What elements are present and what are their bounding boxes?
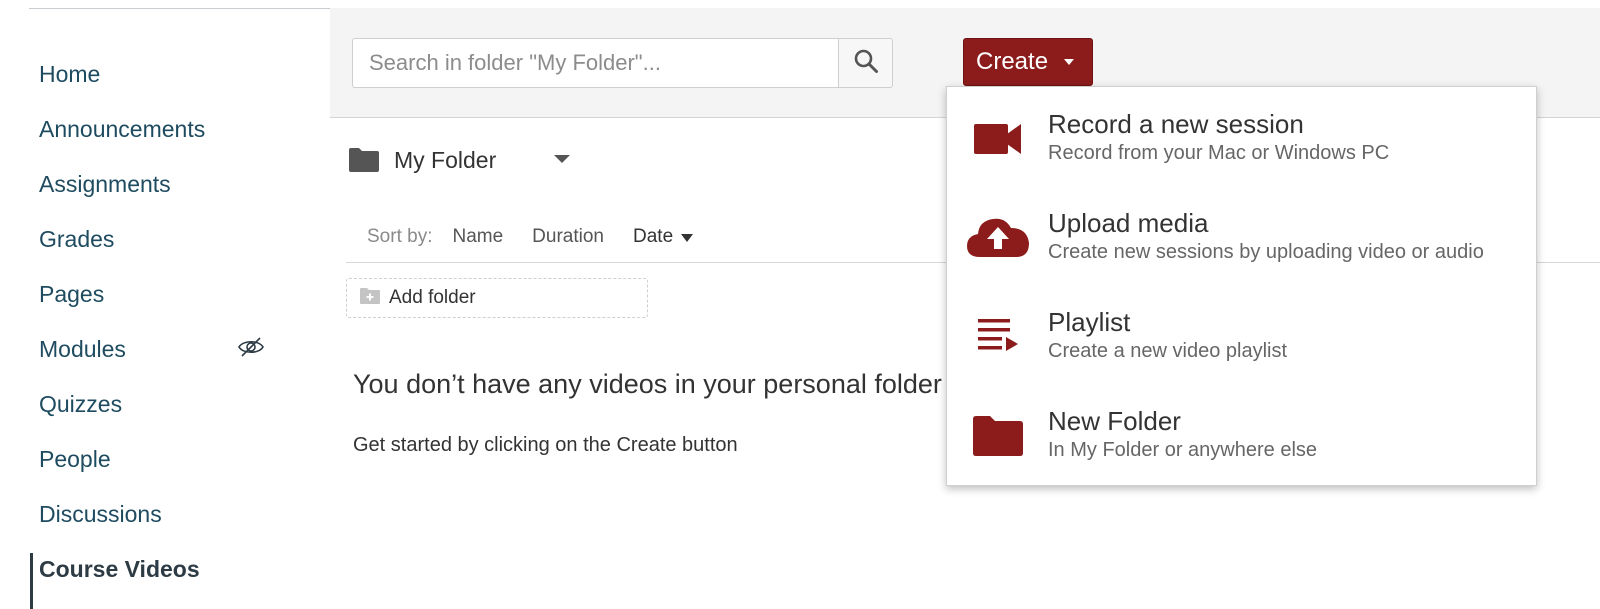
nav-divider — [29, 8, 330, 9]
menu-item-subtitle: In My Folder or anywhere else — [1048, 439, 1318, 461]
create-menu: Record a new session Record from your Ma… — [946, 86, 1537, 486]
sort-label: Sort by: — [367, 226, 433, 247]
menu-item-subtitle: Create a new video playlist — [1048, 340, 1288, 362]
menu-item-playlist[interactable]: Playlist Create a new video playlist — [947, 287, 1536, 383]
video-camera-icon — [965, 109, 1031, 169]
sort-by-date[interactable]: Date — [633, 226, 673, 248]
add-folder-label: Add folder — [389, 287, 476, 308]
folder-dropdown-icon[interactable] — [554, 155, 570, 163]
folder-title: My Folder — [394, 146, 497, 173]
active-nav-indicator — [30, 553, 33, 609]
sort-direction-icon[interactable] — [681, 234, 694, 242]
menu-item-upload-media[interactable]: Upload media Create new sessions by uplo… — [947, 188, 1536, 284]
playlist-icon — [965, 306, 1031, 366]
add-folder-button[interactable]: Add folder — [346, 278, 648, 318]
nav-item-modules[interactable]: Modules — [39, 329, 126, 369]
nav-item-home[interactable]: Home — [39, 54, 100, 94]
nav-item-quizzes[interactable]: Quizzes — [39, 384, 122, 424]
nav-item-pages[interactable]: Pages — [39, 274, 104, 314]
cloud-upload-icon — [965, 206, 1031, 266]
menu-item-title: Upload media — [1048, 208, 1209, 238]
menu-item-new-folder[interactable]: New Folder In My Folder or anywhere else — [947, 386, 1536, 482]
nav-item-course-videos[interactable]: Course Videos — [39, 549, 200, 589]
nav-item-people[interactable]: People — [39, 439, 111, 479]
folder-icon — [348, 147, 380, 173]
course-navigation: Home Announcements Assignments Grades Pa… — [0, 0, 330, 609]
nav-item-assignments[interactable]: Assignments — [39, 164, 171, 204]
empty-state-subtitle: Get started by clicking on the Create bu… — [353, 434, 738, 456]
menu-item-title: New Folder — [1048, 406, 1181, 436]
sort-by-name[interactable]: Name — [452, 226, 503, 248]
search-icon — [853, 48, 879, 79]
create-button[interactable]: Create — [963, 38, 1093, 86]
add-folder-icon — [359, 287, 381, 310]
menu-item-title: Record a new session — [1048, 109, 1304, 139]
menu-item-record-session[interactable]: Record a new session Record from your Ma… — [947, 89, 1536, 185]
folder-header: My Folder — [348, 144, 496, 176]
sort-bar: Sort by: Name Duration Date — [367, 224, 694, 250]
menu-item-title: Playlist — [1048, 307, 1131, 337]
chevron-down-icon — [1064, 59, 1075, 65]
menu-item-subtitle: Record from your Mac or Windows PC — [1048, 142, 1390, 164]
folder-icon — [965, 406, 1031, 466]
nav-item-discussions[interactable]: Discussions — [39, 494, 162, 534]
create-button-label: Create — [976, 48, 1049, 75]
menu-item-subtitle: Create new sessions by uploading video o… — [1048, 241, 1484, 263]
nav-item-grades[interactable]: Grades — [39, 219, 114, 259]
nav-item-announcements[interactable]: Announcements — [39, 109, 205, 149]
eye-slash-icon — [237, 336, 265, 358]
search-button[interactable] — [838, 38, 893, 88]
empty-state-title: You don’t have any videos in your person… — [353, 369, 942, 399]
search-input[interactable] — [352, 38, 838, 88]
sort-by-duration[interactable]: Duration — [532, 226, 604, 248]
